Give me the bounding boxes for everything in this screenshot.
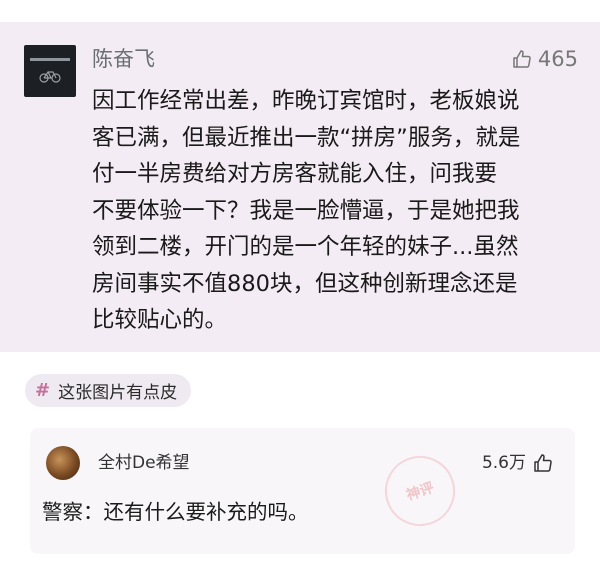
thumbs-up-icon — [513, 50, 531, 68]
post-line: 领到二楼，开门的是一个年轻的妹子...虽然 — [92, 234, 519, 260]
post-like-count: 465 — [537, 47, 578, 71]
post-body: 因工作经常出差，昨晚订宾馆时，老板娘说 客已满，但最近推出一款“拼房”服务，就是… — [92, 83, 592, 339]
post-line: 付一半房费给对方房客就能入住，问我要 — [92, 161, 498, 187]
topic-tag[interactable]: # 这张图片有点皮 — [25, 374, 192, 407]
post-line: 比较贴心的。 — [92, 307, 228, 333]
avatar-banner — [30, 58, 70, 61]
post-like-button[interactable]: 465 — [512, 44, 578, 74]
post-line: 房间事实不值880块，但这种创新理念还是 — [92, 270, 518, 297]
author-avatar[interactable] — [24, 45, 76, 97]
post-line: 因工作经常出差，昨晚订宾馆时，老板娘说 — [92, 88, 520, 114]
comment-card: 全村De希望 神评 5.6万 警察：还有什么要补充的吗。 — [30, 428, 575, 554]
post-line: 不要体验一下？我是一脸懵逼，于是她把我 — [92, 197, 520, 224]
comment-text: 警察：还有什么要补充的吗。 — [42, 500, 309, 524]
comment-like-button[interactable]: 5.6万 — [482, 450, 553, 476]
topic-tag-label: 这张图片有点皮 — [58, 383, 178, 403]
post-card: 陈奋飞 465 因工作经常出差，昨晚订宾馆时，老板娘说 客已满，但最近推出一款“… — [0, 22, 600, 352]
post-line: 客已满，但最近推出一款“拼房”服务，就是 — [92, 124, 521, 151]
comment-like-count: 5.6万 — [481, 453, 526, 473]
thumbs-up-icon — [534, 454, 552, 472]
bicycle-icon — [39, 71, 61, 83]
commenter-name[interactable]: 全村De希望 — [98, 450, 190, 476]
author-name[interactable]: 陈奋飞 — [92, 44, 155, 74]
hashtag-icon: # — [35, 380, 51, 401]
watermark-stamp: 神评 — [375, 446, 465, 536]
commenter-avatar[interactable] — [46, 446, 80, 480]
